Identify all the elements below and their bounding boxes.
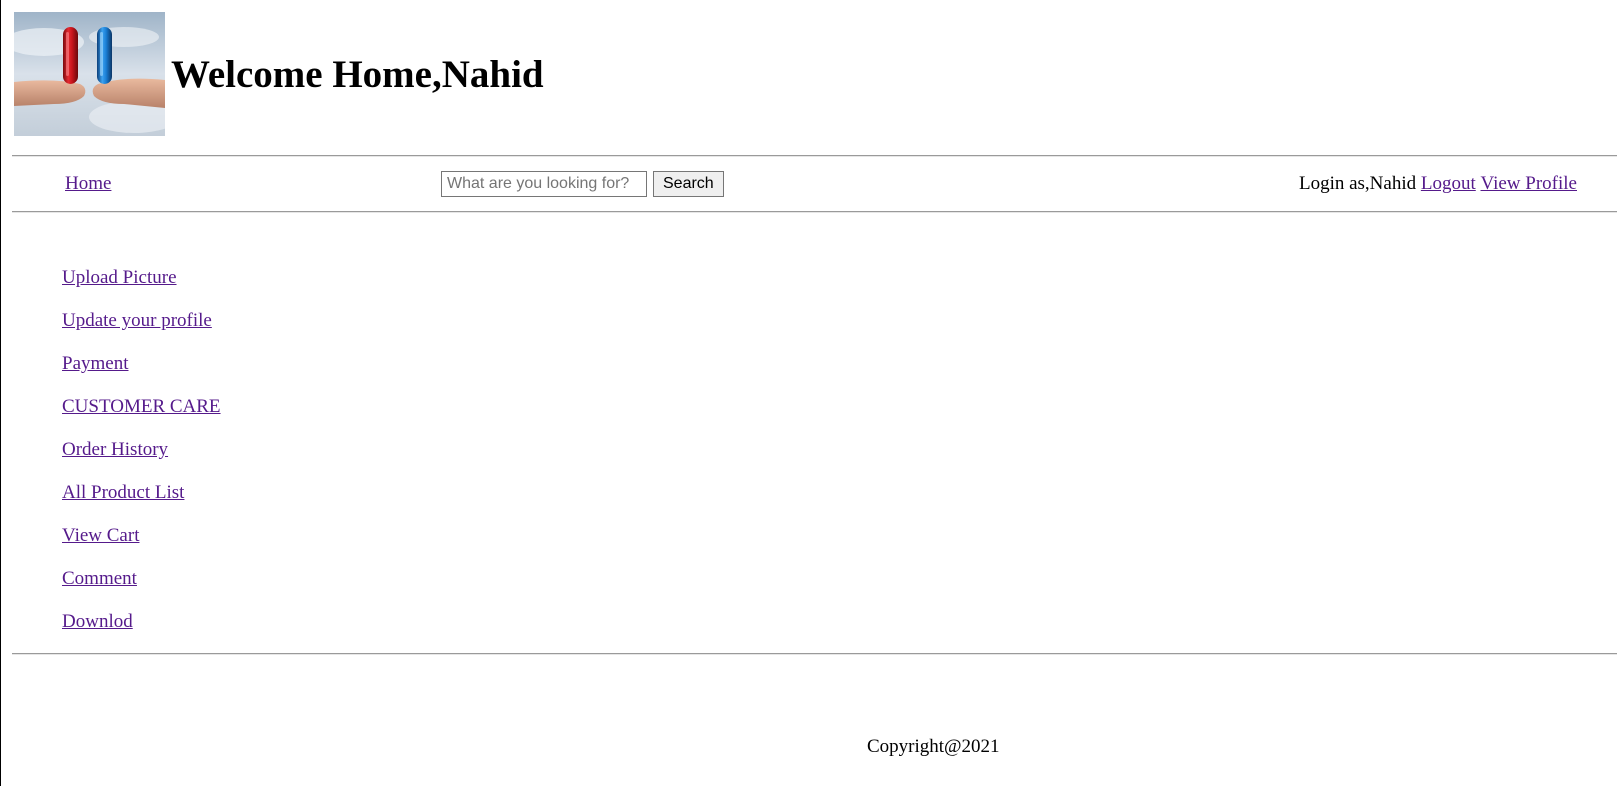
view-cart-link[interactable]: View Cart — [62, 525, 139, 546]
header: Welcome Home,Nahid — [14, 12, 544, 136]
footer-copyright: Copyright@2021 — [867, 736, 1000, 757]
nav-divider — [12, 211, 1617, 213]
logout-link[interactable]: Logout — [1421, 173, 1476, 194]
order-history-link[interactable]: Order History — [62, 439, 168, 460]
search-button[interactable]: Search — [653, 171, 724, 197]
nav-bar: Home Search Login as,Nahid Logout View P… — [12, 157, 1617, 213]
search-form: Search — [441, 171, 724, 197]
menu-item-payment: Payment — [62, 353, 221, 396]
side-menu: Upload Picture Update your profile Payme… — [62, 267, 221, 654]
menu-item-comment: Comment — [62, 568, 221, 611]
page-title: Welcome Home,Nahid — [171, 52, 544, 96]
menu-item-update-profile: Update your profile — [62, 310, 221, 353]
customer-care-link[interactable]: CUSTOMER CARE — [62, 396, 221, 417]
menu-item-customer-care: CUSTOMER CARE — [62, 396, 221, 439]
user-area: Login as,Nahid Logout View Profile — [1299, 173, 1577, 195]
footer-divider — [12, 653, 1617, 655]
menu-item-view-cart: View Cart — [62, 525, 221, 568]
menu-item-order-history: Order History — [62, 439, 221, 482]
search-input[interactable] — [441, 171, 647, 197]
upload-picture-link[interactable]: Upload Picture — [62, 267, 177, 288]
home-link[interactable]: Home — [65, 173, 111, 195]
update-profile-link[interactable]: Update your profile — [62, 310, 212, 331]
all-product-list-link[interactable]: All Product List — [62, 482, 184, 503]
payment-link[interactable]: Payment — [62, 353, 129, 374]
download-link[interactable]: Downlod — [62, 611, 133, 632]
login-status-text: Login as,Nahid — [1298, 173, 1417, 194]
menu-item-all-product-list: All Product List — [62, 482, 221, 525]
page: Welcome Home,Nahid Home Search Login as,… — [0, 0, 1617, 786]
menu-item-upload-picture: Upload Picture — [62, 267, 221, 310]
comment-link[interactable]: Comment — [62, 568, 137, 589]
pill-capsules-logo — [14, 12, 165, 136]
view-profile-link[interactable]: View Profile — [1481, 173, 1577, 194]
menu-item-download: Downlod — [62, 611, 221, 654]
